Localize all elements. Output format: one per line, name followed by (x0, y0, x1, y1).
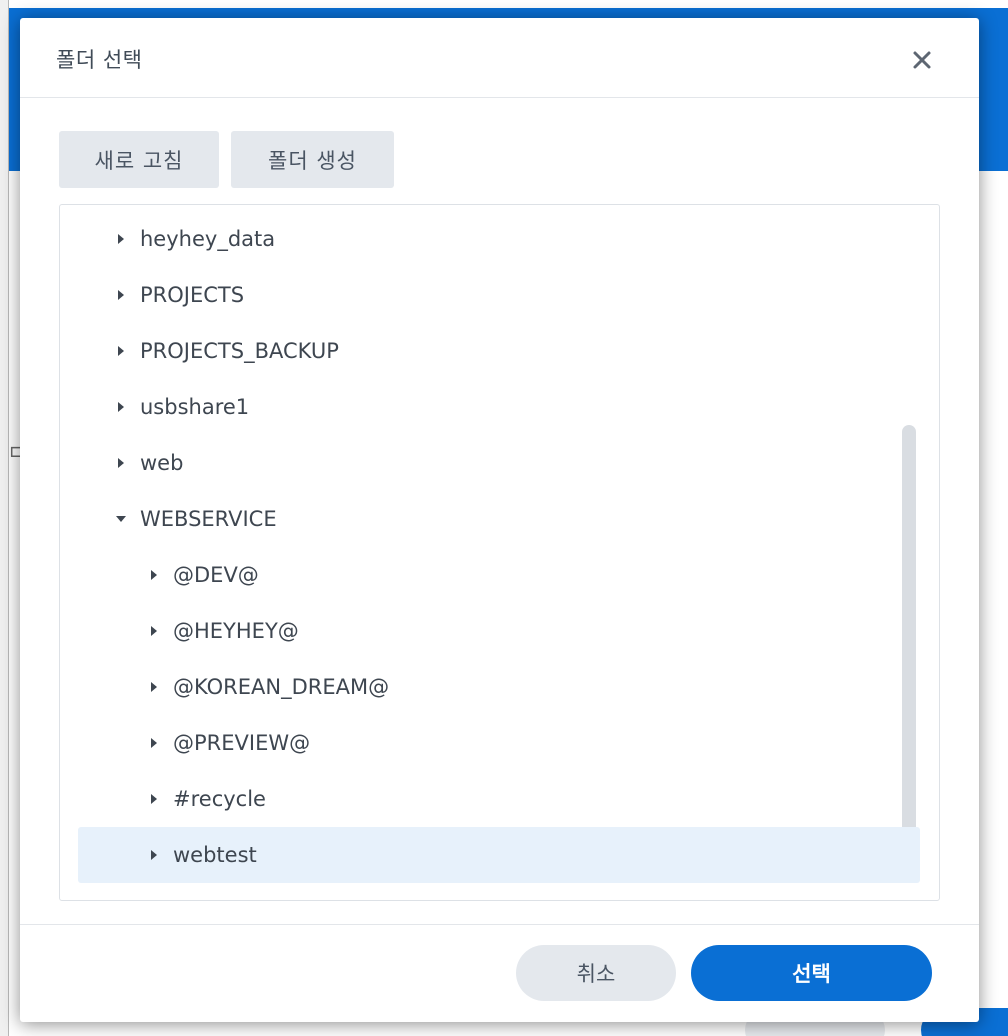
caret-right-icon[interactable] (114, 288, 128, 302)
caret-right-icon[interactable] (114, 344, 128, 358)
tree-item[interactable]: @KOREAN_DREAM@ (78, 659, 920, 715)
tree-item-label: web (140, 451, 184, 475)
tree-item[interactable]: @DEV@ (78, 547, 920, 603)
caret-right-icon[interactable] (114, 456, 128, 470)
dialog-header: 폴더 선택 (20, 18, 979, 98)
caret-right-icon[interactable] (147, 848, 161, 862)
tree-item[interactable]: webtest (78, 827, 920, 883)
tree-item-label: @PREVIEW@ (173, 731, 311, 755)
caret-right-icon[interactable] (114, 400, 128, 414)
tree-item-label: @KOREAN_DREAM@ (173, 675, 390, 699)
folder-tree[interactable]: heyhey_data PROJECTS PROJECTS_BACKUPusbsha… (59, 204, 940, 901)
tree-item[interactable]: WEBSERVICE (78, 491, 920, 547)
tree-item[interactable]: @HEYHEY@ (78, 603, 920, 659)
dialog-footer: 취소 선택 (20, 924, 979, 1022)
dialog-title: 폴더 선택 (56, 48, 143, 72)
folder-select-dialog: 폴더 선택 새로 고침 폴더 생성 heyhey_data PROJECTS PRO… (20, 18, 979, 1022)
tree-item[interactable]: heyhey_data (78, 211, 920, 267)
tree-item-label: WEBSERVICE (140, 507, 277, 531)
tree-item[interactable]: @PREVIEW@ (78, 715, 920, 771)
refresh-button[interactable]: 새로 고침 (59, 131, 219, 188)
close-icon (913, 51, 931, 69)
tree-item[interactable]: #recycle (78, 771, 920, 827)
caret-right-icon[interactable] (147, 568, 161, 582)
caret-right-icon[interactable] (147, 624, 161, 638)
tree-item[interactable]: usbshare1 (78, 379, 920, 435)
tree-item[interactable]: web (78, 435, 920, 491)
cancel-button[interactable]: 취소 (516, 945, 676, 1001)
caret-right-icon[interactable] (114, 232, 128, 246)
tree-item[interactable]: PROJECTS_BACKUP (78, 323, 920, 379)
tree-item[interactable]: PROJECTS (78, 267, 920, 323)
create-folder-button[interactable]: 폴더 생성 (231, 131, 394, 188)
caret-right-icon[interactable] (147, 792, 161, 806)
tree-item-label: @HEYHEY@ (173, 619, 299, 643)
tree-item-label: PROJECTS_BACKUP (140, 339, 339, 363)
close-button[interactable] (904, 42, 940, 78)
caret-right-icon[interactable] (147, 680, 161, 694)
tree-item-label: @DEV@ (173, 563, 259, 587)
caret-right-icon[interactable] (147, 736, 161, 750)
caret-down-icon[interactable] (114, 512, 128, 526)
tree-item-label: #recycle (173, 787, 266, 811)
tree-item-label: PROJECTS (140, 283, 245, 307)
select-button[interactable]: 선택 (691, 945, 932, 1001)
tree-item-label: webtest (173, 843, 257, 867)
tree-item-label: heyhey_data (140, 227, 276, 251)
tree-item-label: usbshare1 (140, 395, 250, 419)
